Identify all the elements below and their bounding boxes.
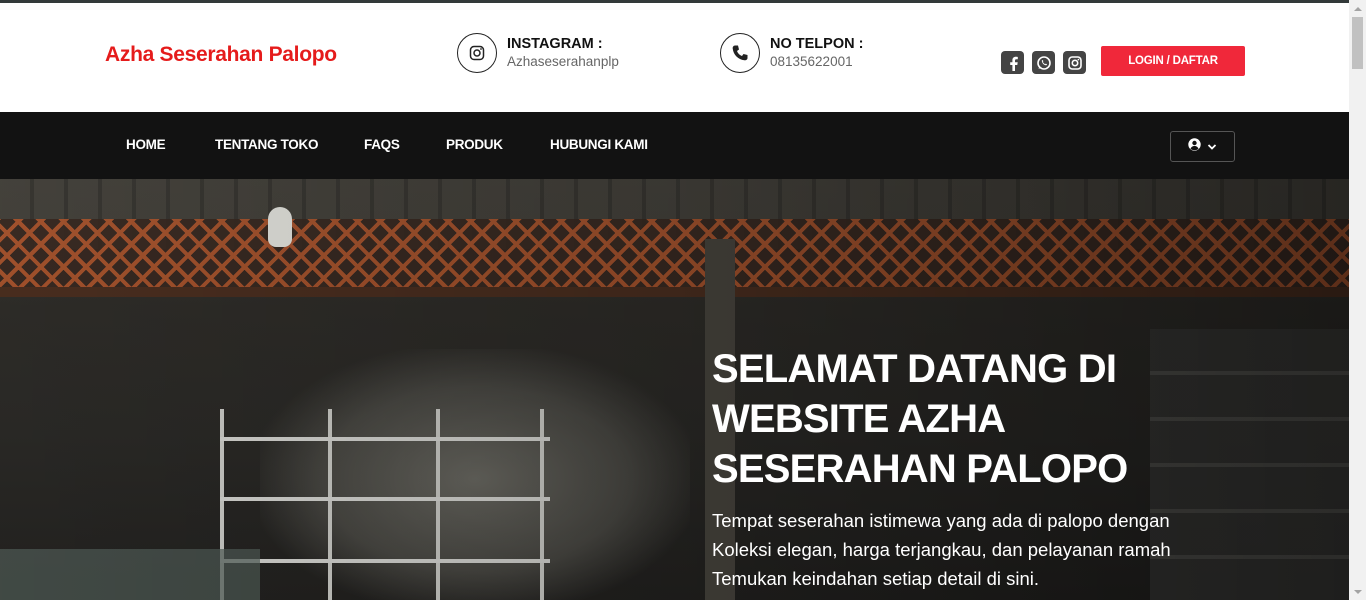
- nav-item-faqs[interactable]: FAQS: [364, 137, 400, 152]
- instagram-handle: Azhaseserahanplp: [507, 53, 619, 69]
- brand-logo[interactable]: Azha Seserahan Palopo: [105, 43, 337, 67]
- instagram-icon[interactable]: [1063, 51, 1086, 74]
- chevron-down-icon: [1207, 138, 1217, 156]
- page-scrollbar[interactable]: [1349, 0, 1366, 600]
- social-links: [1001, 51, 1086, 74]
- user-menu-button[interactable]: [1170, 131, 1235, 162]
- hero-banner: SELAMAT DATANG DI WEBSITE AZHA SESERAHAN…: [0, 179, 1349, 600]
- nav-item-produk[interactable]: PRODUK: [446, 137, 503, 152]
- phone-icon: [720, 33, 760, 73]
- facebook-icon[interactable]: [1001, 51, 1024, 74]
- user-circle-icon: [1188, 137, 1201, 156]
- instagram-title: INSTAGRAM :: [507, 35, 603, 52]
- hero-text-line: Tempat seserahan istimewa yang ada di pa…: [712, 510, 1170, 531]
- nav-item-home[interactable]: HOME: [126, 137, 166, 152]
- nav-item-hubungi-kami[interactable]: HUBUNGI KAMI: [550, 137, 648, 152]
- hero-title: SELAMAT DATANG DI WEBSITE AZHA SESERAHAN…: [712, 347, 1128, 491]
- scroll-down-arrow-icon[interactable]: [1349, 583, 1366, 600]
- login-register-button[interactable]: LOGIN / DAFTAR: [1101, 46, 1245, 76]
- instagram-contact: INSTAGRAM : Azhaseserahanplp: [457, 33, 619, 73]
- scrollbar-thumb[interactable]: [1352, 17, 1363, 69]
- hero-description: Tempat seserahan istimewa yang ada di pa…: [712, 506, 1212, 593]
- hero-text-line: Koleksi elegan, harga terjangkau, dan pe…: [712, 539, 1171, 560]
- nav-item-tentang-toko[interactable]: TENTANG TOKO: [215, 137, 318, 152]
- phone-contact: NO TELPON : 08135622001: [720, 33, 863, 73]
- instagram-icon: [457, 33, 497, 73]
- whatsapp-icon[interactable]: [1032, 51, 1055, 74]
- phone-number: 08135622001: [770, 53, 853, 69]
- hero-text-line: Temukan keindahan setiap detail di sini.: [712, 568, 1040, 589]
- site-header: Azha Seserahan Palopo INSTAGRAM : Azhase…: [0, 3, 1349, 112]
- scroll-up-arrow-icon[interactable]: [1349, 0, 1366, 17]
- phone-title: NO TELPON :: [770, 35, 864, 52]
- main-navbar: HOME TENTANG TOKO FAQS PRODUK HUBUNGI KA…: [0, 112, 1349, 179]
